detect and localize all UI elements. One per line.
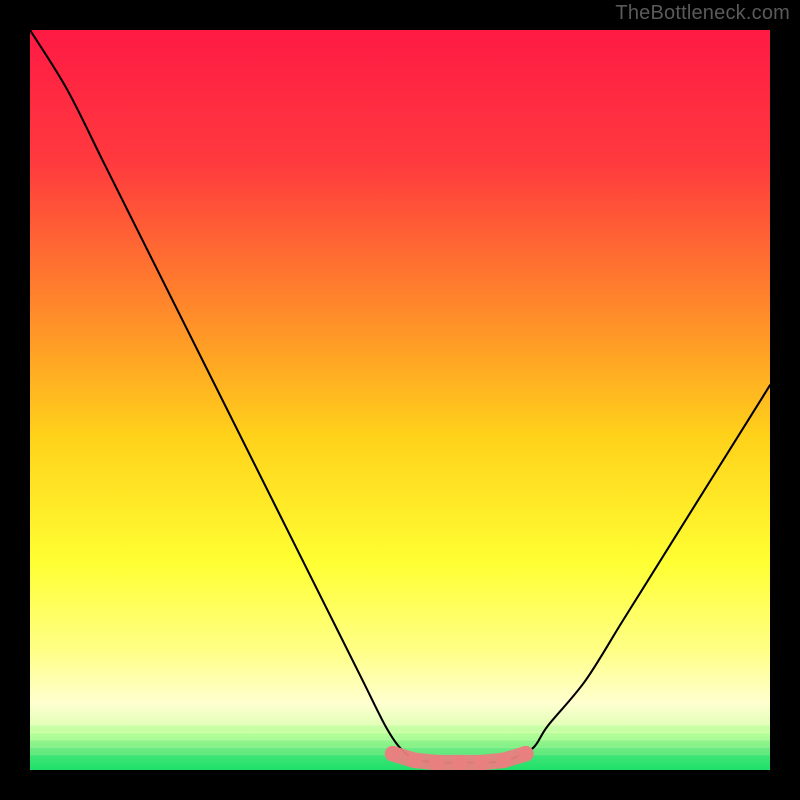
optimal-dot (518, 746, 534, 762)
plot-svg (30, 30, 770, 770)
optimal-dot (496, 753, 512, 769)
bottleneck-plot (30, 30, 770, 770)
watermark-text: TheBottleneck.com (615, 2, 790, 25)
gradient-background (30, 30, 770, 770)
optimal-dot (385, 746, 401, 762)
optimal-dot (474, 755, 490, 770)
optimal-dot (407, 753, 423, 769)
optimal-dot (429, 755, 445, 770)
optimal-dot (451, 755, 467, 770)
chart-frame: TheBottleneck.com (0, 0, 800, 800)
